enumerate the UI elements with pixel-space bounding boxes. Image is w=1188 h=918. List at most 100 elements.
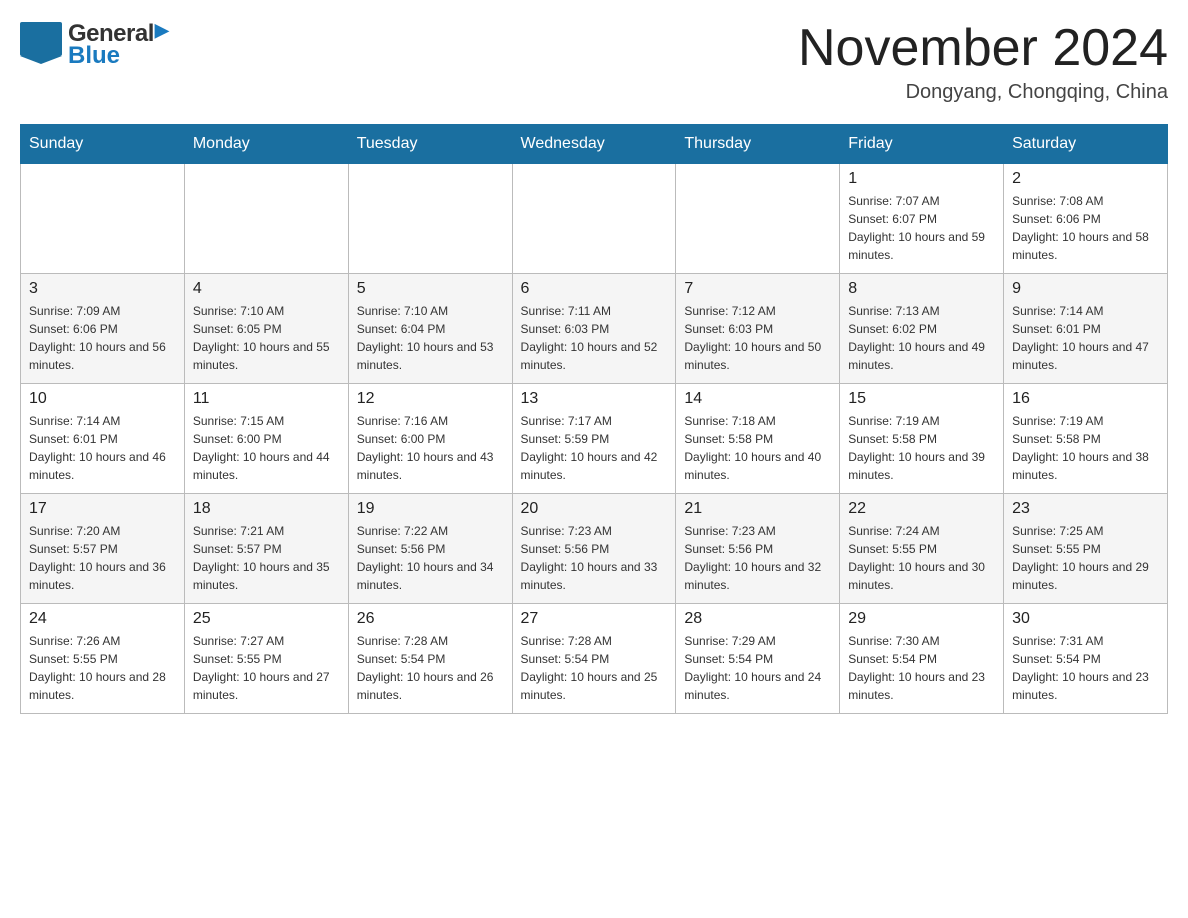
day-info: Sunrise: 7:14 AMSunset: 6:01 PMDaylight:… (1012, 302, 1159, 374)
calendar-cell (512, 164, 676, 274)
day-number: 25 (193, 610, 340, 628)
day-info: Sunrise: 7:12 AMSunset: 6:03 PMDaylight:… (684, 302, 831, 374)
day-number: 24 (29, 610, 176, 628)
day-number: 4 (193, 280, 340, 298)
day-info: Sunrise: 7:29 AMSunset: 5:54 PMDaylight:… (684, 632, 831, 704)
day-number: 18 (193, 500, 340, 518)
day-number: 11 (193, 390, 340, 408)
day-number: 10 (29, 390, 176, 408)
weekday-header-row: Sunday Monday Tuesday Wednesday Thursday… (21, 125, 1168, 164)
calendar-cell: 13 Sunrise: 7:17 AMSunset: 5:59 PMDayligh… (512, 384, 676, 494)
calendar-cell: 20Sunrise: 7:23 AMSunset: 5:56 PMDayligh… (512, 494, 676, 604)
header-saturday: Saturday (1004, 125, 1168, 164)
header-friday: Friday (840, 125, 1004, 164)
header-tuesday: Tuesday (348, 125, 512, 164)
page-header: General▶ Blue November 2024 Dongyang, Ch… (20, 20, 1168, 104)
day-number: 21 (684, 500, 831, 518)
day-info: Sunrise: 7:21 AMSunset: 5:57 PMDaylight:… (193, 522, 340, 594)
calendar-cell: 4 Sunrise: 7:10 AMSunset: 6:05 PMDaylight… (184, 274, 348, 384)
day-number: 9 (1012, 280, 1159, 298)
calendar-body: 1 Sunrise: 7:07 AMSunset: 6:07 PMDaylight… (21, 164, 1168, 714)
day-number: 28 (684, 610, 831, 628)
location: Dongyang, Chongqing, China (798, 81, 1168, 104)
calendar-cell: 7 Sunrise: 7:12 AMSunset: 6:03 PMDaylight… (676, 274, 840, 384)
calendar-cell: 22 Sunrise: 7:24 AMSunset: 5:55 PMDayligh… (840, 494, 1004, 604)
calendar-cell: 9 Sunrise: 7:14 AMSunset: 6:01 PMDaylight… (1004, 274, 1168, 384)
day-info: Sunrise: 7:24 AMSunset: 5:55 PMDaylight:… (848, 522, 995, 594)
title-area: November 2024 Dongyang, Chongqing, China (798, 20, 1168, 104)
day-number: 14 (684, 390, 831, 408)
day-number: 12 (357, 390, 504, 408)
day-info: Sunrise: 7:11 AMSunset: 6:03 PMDaylight:… (521, 302, 668, 374)
calendar-cell: 2 Sunrise: 7:08 AMSunset: 6:06 PMDaylight… (1004, 164, 1168, 274)
day-info: Sunrise: 7:15 AMSunset: 6:00 PMDaylight:… (193, 412, 340, 484)
calendar-cell (21, 164, 185, 274)
day-number: 16 (1012, 390, 1159, 408)
calendar-cell: 23 Sunrise: 7:25 AMSunset: 5:55 PMDayligh… (1004, 494, 1168, 604)
day-info: Sunrise: 7:30 AMSunset: 5:54 PMDaylight:… (848, 632, 995, 704)
day-number: 27 (521, 610, 668, 628)
day-info: Sunrise: 7:14 AMSunset: 6:01 PMDaylight:… (29, 412, 176, 484)
header-monday: Monday (184, 125, 348, 164)
day-number: 23 (1012, 500, 1159, 518)
day-number: 17 (29, 500, 176, 518)
day-info: Sunrise: 7:22 AMSunset: 5:56 PMDaylight:… (357, 522, 504, 594)
day-number: 1 (848, 170, 995, 188)
logo: General▶ Blue (20, 20, 168, 70)
week-row-4: 17 Sunrise: 7:20 AMSunset: 5:57 PMDayligh… (21, 494, 1168, 604)
day-number: 22 (848, 500, 995, 518)
calendar-cell: 30 Sunrise: 7:31 AMSunset: 5:54 PMDayligh… (1004, 604, 1168, 714)
day-info: Sunrise: 7:09 AMSunset: 6:06 PMDaylight:… (29, 302, 176, 374)
calendar-cell: 24Sunrise: 7:26 AMSunset: 5:55 PMDayligh… (21, 604, 185, 714)
week-row-3: 10 Sunrise: 7:14 AMSunset: 6:01 PMDayligh… (21, 384, 1168, 494)
day-info: Sunrise: 7:16 AMSunset: 6:00 PMDaylight:… (357, 412, 504, 484)
day-number: 2 (1012, 170, 1159, 188)
calendar-cell: 29 Sunrise: 7:30 AMSunset: 5:54 PMDayligh… (840, 604, 1004, 714)
day-info: Sunrise: 7:18 AMSunset: 5:58 PMDaylight:… (684, 412, 831, 484)
calendar-cell: 21Sunrise: 7:23 AMSunset: 5:56 PMDayligh… (676, 494, 840, 604)
day-number: 29 (848, 610, 995, 628)
calendar-cell: 6Sunrise: 7:11 AMSunset: 6:03 PMDaylight… (512, 274, 676, 384)
calendar-cell: 26Sunrise: 7:28 AMSunset: 5:54 PMDayligh… (348, 604, 512, 714)
day-info: Sunrise: 7:13 AMSunset: 6:02 PMDaylight:… (848, 302, 995, 374)
day-info: Sunrise: 7:19 AMSunset: 5:58 PMDaylight:… (848, 412, 995, 484)
calendar-cell: 1 Sunrise: 7:07 AMSunset: 6:07 PMDaylight… (840, 164, 1004, 274)
day-info: Sunrise: 7:07 AMSunset: 6:07 PMDaylight:… (848, 192, 995, 264)
calendar-cell: 27Sunrise: 7:28 AMSunset: 5:54 PMDayligh… (512, 604, 676, 714)
calendar-cell (184, 164, 348, 274)
header-wednesday: Wednesday (512, 125, 676, 164)
day-number: 5 (357, 280, 504, 298)
logo-icon (20, 22, 62, 64)
calendar-cell: 28 Sunrise: 7:29 AMSunset: 5:54 PMDayligh… (676, 604, 840, 714)
day-info: Sunrise: 7:23 AMSunset: 5:56 PMDaylight:… (521, 522, 668, 594)
header-sunday: Sunday (21, 125, 185, 164)
calendar-cell (676, 164, 840, 274)
calendar-cell: 10 Sunrise: 7:14 AMSunset: 6:01 PMDayligh… (21, 384, 185, 494)
calendar-table: Sunday Monday Tuesday Wednesday Thursday… (20, 124, 1168, 714)
calendar-cell: 17 Sunrise: 7:20 AMSunset: 5:57 PMDayligh… (21, 494, 185, 604)
calendar-cell: 16Sunrise: 7:19 AMSunset: 5:58 PMDayligh… (1004, 384, 1168, 494)
day-info: Sunrise: 7:08 AMSunset: 6:06 PMDaylight:… (1012, 192, 1159, 264)
month-title: November 2024 (798, 20, 1168, 77)
day-info: Sunrise: 7:31 AMSunset: 5:54 PMDaylight:… (1012, 632, 1159, 704)
day-number: 19 (357, 500, 504, 518)
calendar-cell: 18 Sunrise: 7:21 AMSunset: 5:57 PMDayligh… (184, 494, 348, 604)
day-info: Sunrise: 7:17 AMSunset: 5:59 PMDaylight:… (521, 412, 668, 484)
calendar-cell: 8Sunrise: 7:13 AMSunset: 6:02 PMDaylight… (840, 274, 1004, 384)
day-number: 26 (357, 610, 504, 628)
day-info: Sunrise: 7:27 AMSunset: 5:55 PMDaylight:… (193, 632, 340, 704)
calendar-cell: 14 Sunrise: 7:18 AMSunset: 5:58 PMDayligh… (676, 384, 840, 494)
day-number: 30 (1012, 610, 1159, 628)
week-row-5: 24Sunrise: 7:26 AMSunset: 5:55 PMDayligh… (21, 604, 1168, 714)
day-number: 13 (521, 390, 668, 408)
day-number: 7 (684, 280, 831, 298)
calendar-cell: 15Sunrise: 7:19 AMSunset: 5:58 PMDayligh… (840, 384, 1004, 494)
calendar-cell: 19 Sunrise: 7:22 AMSunset: 5:56 PMDayligh… (348, 494, 512, 604)
calendar-cell: 11 Sunrise: 7:15 AMSunset: 6:00 PMDayligh… (184, 384, 348, 494)
day-info: Sunrise: 7:10 AMSunset: 6:04 PMDaylight:… (357, 302, 504, 374)
week-row-2: 3Sunrise: 7:09 AMSunset: 6:06 PMDaylight… (21, 274, 1168, 384)
day-info: Sunrise: 7:25 AMSunset: 5:55 PMDaylight:… (1012, 522, 1159, 594)
day-info: Sunrise: 7:10 AMSunset: 6:05 PMDaylight:… (193, 302, 340, 374)
day-info: Sunrise: 7:20 AMSunset: 5:57 PMDaylight:… (29, 522, 176, 594)
calendar-cell: 25 Sunrise: 7:27 AMSunset: 5:55 PMDayligh… (184, 604, 348, 714)
